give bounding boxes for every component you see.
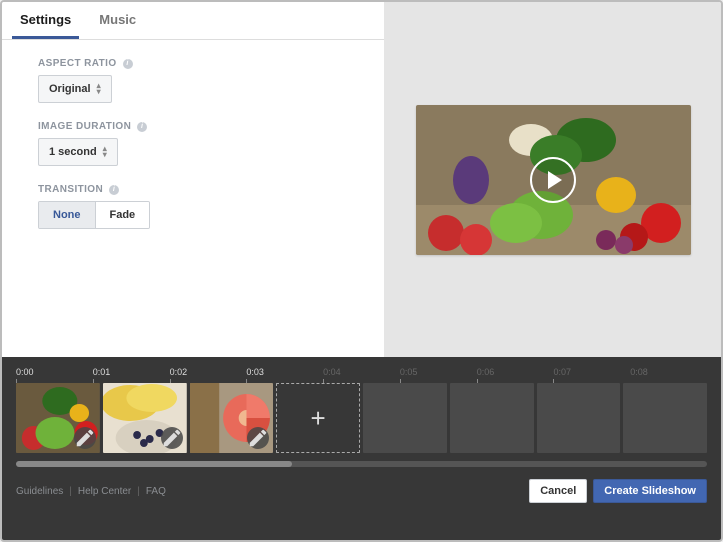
tick: 0:06	[477, 367, 554, 381]
scrollbar-thumb[interactable]	[16, 461, 292, 467]
footer-links: Guidelines | Help Center | FAQ	[16, 486, 166, 497]
footer: Guidelines | Help Center | FAQ Cancel Cr…	[2, 471, 721, 513]
add-slide-button[interactable]: +	[276, 383, 360, 453]
transition-fade-button[interactable]: Fade	[96, 202, 150, 228]
aspect-ratio-label-text: ASPECT RATIO	[38, 58, 117, 69]
aspect-ratio-value: Original	[49, 83, 91, 95]
settings-panel: Settings Music ASPECT RATIO i Original	[2, 2, 385, 357]
help-center-link[interactable]: Help Center	[78, 486, 131, 497]
tick: 0:05	[400, 367, 477, 381]
image-duration-select[interactable]: 1 second	[38, 138, 118, 166]
edit-slide-button[interactable]	[161, 427, 183, 449]
tick: 0:08	[630, 367, 707, 381]
info-icon[interactable]: i	[137, 122, 147, 132]
tick: 0:02	[170, 367, 247, 381]
create-slideshow-button[interactable]: Create Slideshow	[593, 479, 707, 503]
info-icon[interactable]: i	[123, 59, 133, 69]
info-icon[interactable]: i	[109, 185, 119, 195]
empty-slot	[450, 383, 534, 453]
transition-label: TRANSITION i	[38, 184, 370, 195]
cancel-button[interactable]: Cancel	[529, 479, 587, 503]
tick: 0:04	[323, 367, 400, 381]
settings-body: ASPECT RATIO i Original IMAGE DURATION i…	[2, 40, 384, 261]
edit-slide-button[interactable]	[247, 427, 269, 449]
edit-slide-button[interactable]	[74, 427, 96, 449]
transition-label-text: TRANSITION	[38, 184, 103, 195]
preview-pane	[385, 2, 721, 357]
transition-segmented: None Fade	[38, 201, 150, 229]
transition-field: TRANSITION i None Fade	[38, 184, 370, 229]
timeline-track: +	[16, 383, 707, 453]
preview-image	[416, 105, 691, 255]
tick: 0:00	[16, 367, 93, 381]
play-button[interactable]	[530, 157, 576, 203]
timeline: 0:00 0:01 0:02 0:03 0:04 0:05 0:06 0:07 …	[2, 357, 721, 471]
upper-pane: Settings Music ASPECT RATIO i Original	[2, 2, 721, 357]
tab-settings[interactable]: Settings	[12, 2, 79, 39]
image-duration-value: 1 second	[49, 146, 97, 158]
caret-icon	[103, 145, 107, 159]
plus-icon: +	[311, 405, 326, 431]
empty-slot	[363, 383, 447, 453]
caret-icon	[97, 82, 101, 96]
timeline-slide[interactable]	[190, 383, 274, 453]
timeline-slide[interactable]	[16, 383, 100, 453]
empty-slot	[623, 383, 707, 453]
time-ticks: 0:00 0:01 0:02 0:03 0:04 0:05 0:06 0:07 …	[16, 367, 707, 381]
slideshow-editor: Settings Music ASPECT RATIO i Original	[0, 0, 723, 542]
tick: 0:07	[553, 367, 630, 381]
transition-none-button[interactable]: None	[39, 202, 96, 228]
aspect-ratio-field: ASPECT RATIO i Original	[38, 58, 370, 103]
tick: 0:03	[246, 367, 323, 381]
timeline-panel: 0:00 0:01 0:02 0:03 0:04 0:05 0:06 0:07 …	[2, 357, 721, 540]
timeline-slide[interactable]	[103, 383, 187, 453]
aspect-ratio-select[interactable]: Original	[38, 75, 112, 103]
empty-slot	[537, 383, 621, 453]
guidelines-link[interactable]: Guidelines	[16, 486, 63, 497]
faq-link[interactable]: FAQ	[146, 486, 166, 497]
tab-music[interactable]: Music	[91, 2, 144, 39]
tab-bar: Settings Music	[2, 2, 384, 40]
aspect-ratio-label: ASPECT RATIO i	[38, 58, 370, 69]
tick: 0:01	[93, 367, 170, 381]
image-duration-field: IMAGE DURATION i 1 second	[38, 121, 370, 166]
image-duration-label: IMAGE DURATION i	[38, 121, 370, 132]
image-duration-label-text: IMAGE DURATION	[38, 121, 131, 132]
timeline-scrollbar[interactable]	[16, 461, 707, 467]
footer-actions: Cancel Create Slideshow	[529, 479, 707, 503]
